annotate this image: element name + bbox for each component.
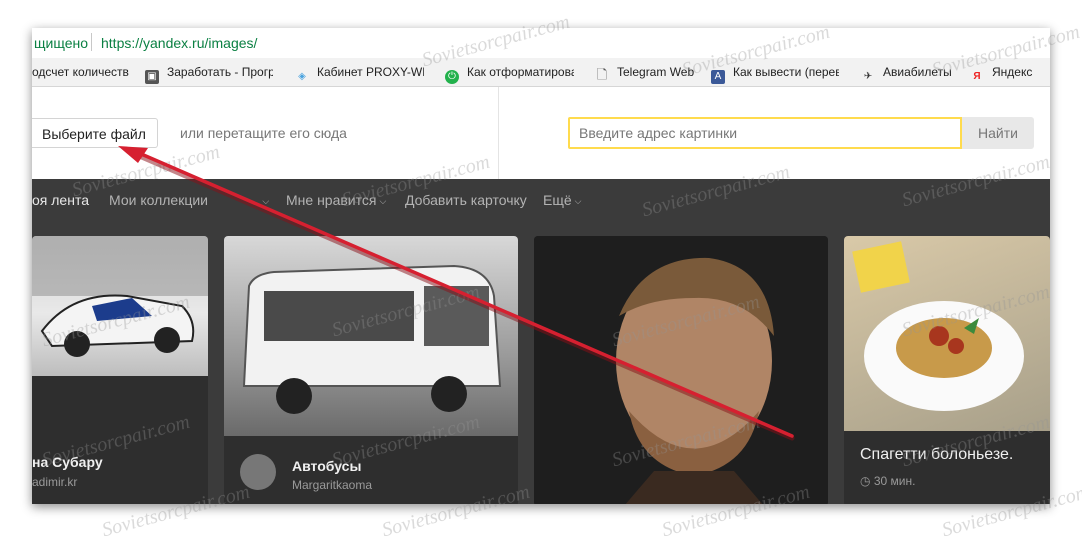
tab-add-card[interactable]: Добавить карточку [405, 192, 527, 208]
power-icon: ⏻ [445, 70, 459, 84]
cook-time: 30 мин. [873, 474, 916, 488]
chevron-down-icon: ⌵ [379, 196, 387, 206]
card-footer [844, 431, 1050, 504]
collections-feed: оя лента Мои коллекции Люди⌵ Мне нравитс… [32, 179, 1050, 504]
tab-more[interactable]: Ещё ⌵ [543, 192, 581, 208]
image-url-input[interactable]: Введите адрес картинки [568, 117, 962, 149]
search-by-image-panel: Выберите файл или перетащите его сюда Вв… [32, 87, 1050, 179]
address-separator [91, 33, 92, 51]
cube-icon: ◈ [298, 71, 306, 82]
secure-label: щищено [34, 35, 89, 51]
rally-car-illustration [32, 236, 208, 357]
drag-hint: или перетащите его сюда [180, 125, 347, 141]
author-avatar[interactable] [240, 454, 276, 490]
bookmark-item[interactable]: ✈ Авиабилеты [861, 65, 953, 84]
pasta-photo [844, 236, 1050, 431]
card-subtitle: adimir.kr [32, 475, 78, 489]
find-button[interactable]: Найти [962, 117, 1034, 149]
bookmark-item[interactable]: одсчет количеств [32, 65, 132, 79]
card-subtitle: Margaritkaoma [292, 478, 373, 492]
panel-divider [498, 87, 499, 179]
chevron-down-icon: ⌵ [262, 196, 270, 206]
portrait-illustration [616, 257, 774, 504]
bus-photo [224, 236, 518, 436]
url-text[interactable]: https://yandex.ru/images/ [101, 35, 257, 51]
browser-window: щищено https://yandex.ru/images/ одсчет … [32, 28, 1050, 504]
bookmark-item[interactable]: A Как вывести (перев [711, 65, 839, 84]
card-subtitle: ◷ 30 мин. [860, 474, 915, 488]
bookmark-item[interactable]: Я Яндекс [970, 65, 1042, 84]
yandex-icon: Я [973, 71, 981, 82]
card-title: Спагетти болоньезе. [860, 446, 1014, 463]
choose-file-button[interactable]: Выберите файл [32, 118, 158, 148]
feed-tabs: оя лента Мои коллекции Люди⌵ Мне нравитс… [32, 179, 1050, 221]
tab-my-collections[interactable]: Мои коллекции [109, 192, 208, 208]
bookmark-item[interactable]: ◈ Кабинет PROXY-WE [295, 65, 424, 84]
bookmark-item[interactable]: 🗋 Telegram Web [595, 65, 707, 82]
portrait-photo [534, 236, 828, 504]
bookmark-item[interactable]: ▣ Заработать - Прогр [145, 65, 273, 84]
pasta-illustration [852, 241, 1024, 411]
collection-card[interactable]: Спагетти болоньезе. ◷ 30 мин. [844, 236, 1050, 504]
collection-card[interactable] [534, 236, 828, 504]
rally-car-photo [32, 236, 208, 376]
a-letter-icon: A [711, 70, 725, 84]
chevron-down-icon: ⌵ [574, 196, 582, 206]
plane-icon: ✈ [863, 71, 873, 82]
page-icon: ▣ [145, 70, 159, 84]
address-bar[interactable]: щищено https://yandex.ru/images/ [32, 28, 1050, 58]
tab-hidden[interactable]: Люди⌵ [224, 192, 269, 208]
tab-liked-label: Мне нравится [286, 192, 377, 208]
tab-more-label: Ещё [543, 192, 572, 208]
card-title: на Субару [32, 454, 103, 470]
bookmarks-bar: одсчет количеств ▣ Заработать - Прогр ◈ Ка… [32, 58, 1050, 87]
collection-card[interactable]: на Субару adimir.kr [32, 236, 208, 504]
card-title: Автобусы [292, 458, 362, 474]
clock-icon: ◷ [860, 474, 871, 488]
bus-illustration [242, 264, 502, 414]
collection-card[interactable]: Автобусы Margaritkaoma [224, 236, 518, 504]
tab-my-feed[interactable]: оя лента [32, 192, 89, 208]
bookmark-item[interactable]: ⏻ Как отформатирова [445, 65, 574, 84]
document-icon: 🗋 [596, 67, 608, 82]
tab-liked[interactable]: Мне нравится ⌵ [286, 192, 386, 208]
